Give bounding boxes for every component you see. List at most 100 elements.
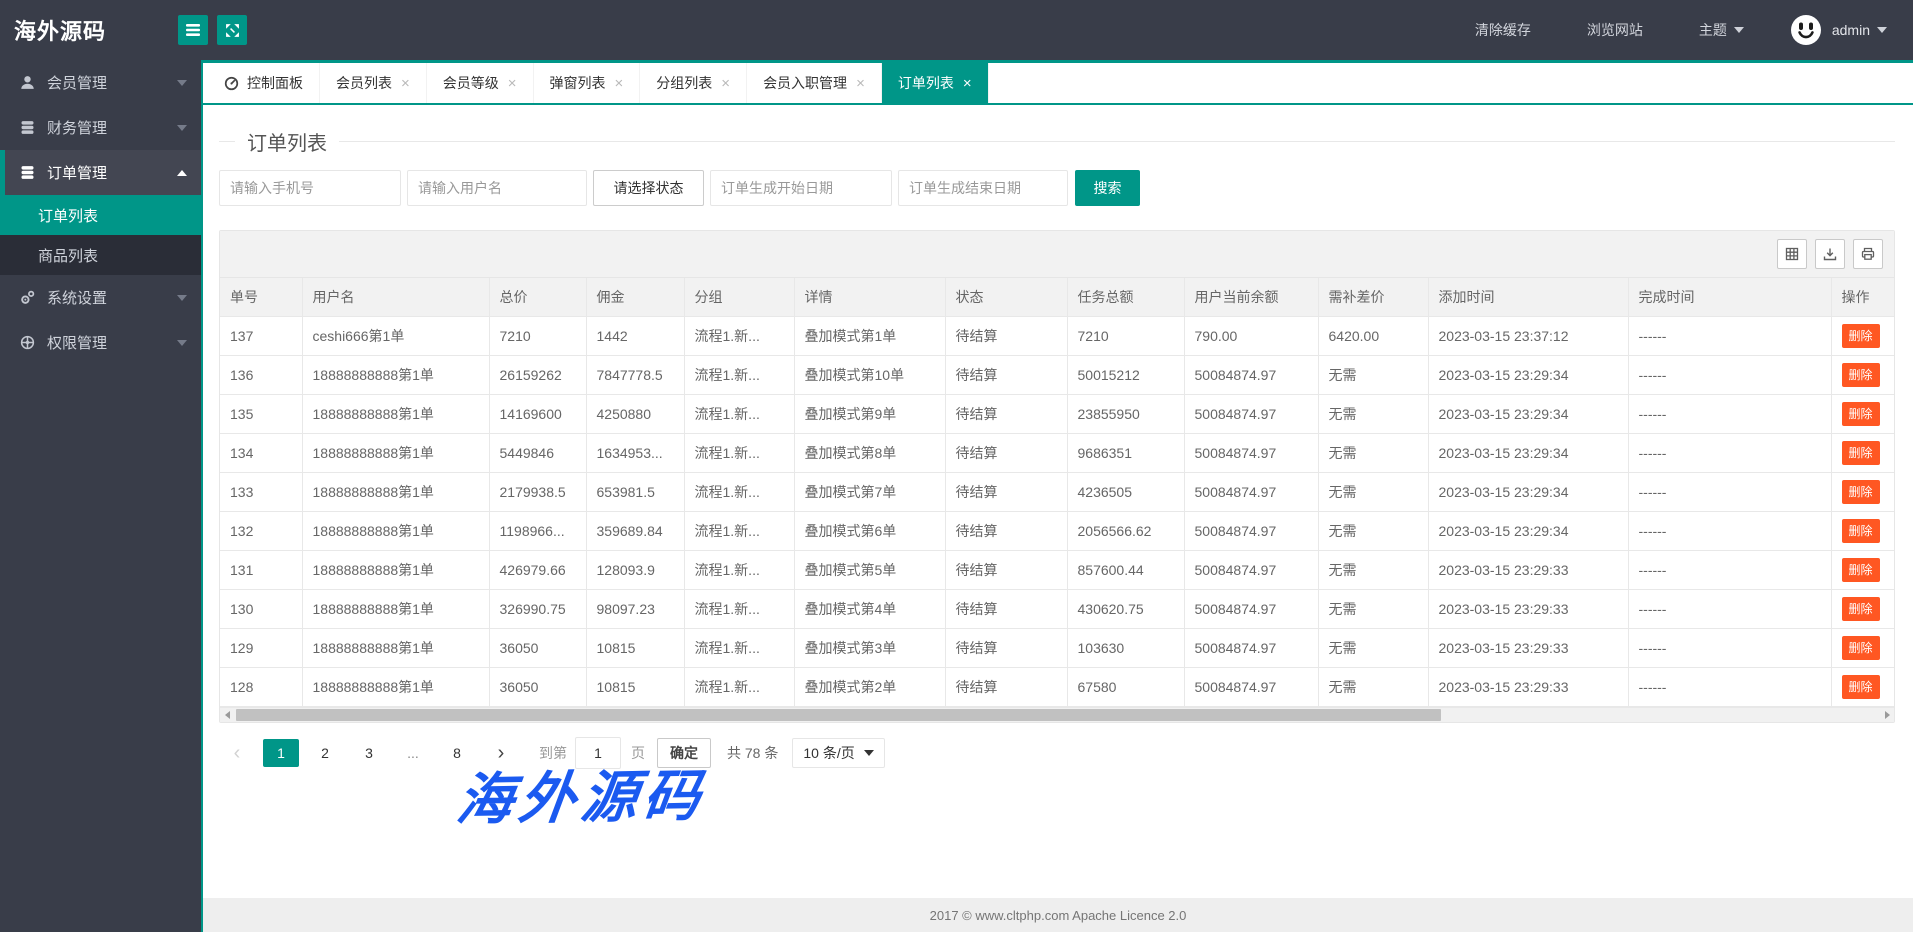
- tab-group-list[interactable]: 分组列表×: [640, 63, 747, 103]
- cell-detail: 叠加模式第6单: [794, 512, 945, 551]
- tab-member-list[interactable]: 会员列表×: [320, 63, 427, 103]
- delete-button[interactable]: 删除: [1842, 558, 1880, 582]
- phone-input[interactable]: [219, 170, 401, 206]
- export-button[interactable]: [1815, 239, 1845, 269]
- close-icon[interactable]: ×: [508, 76, 517, 91]
- page-button-3[interactable]: 3: [351, 739, 387, 767]
- end-date-input[interactable]: [898, 170, 1068, 206]
- close-icon[interactable]: ×: [856, 76, 865, 91]
- delete-button[interactable]: 删除: [1842, 675, 1880, 699]
- delete-button[interactable]: 删除: [1842, 519, 1880, 543]
- sidebar-subitem-label: 订单列表: [38, 205, 98, 226]
- horizontal-scrollbar[interactable]: [220, 707, 1894, 722]
- sidebar-item-orders[interactable]: 订单管理: [0, 150, 201, 195]
- delete-button[interactable]: 删除: [1842, 363, 1880, 387]
- cell-username: 18888888888第1单: [302, 512, 489, 551]
- cell-diff: 无需: [1318, 629, 1428, 668]
- cell-group: 流程1.新...: [684, 356, 794, 395]
- cell-created: 2023-03-15 23:29:33: [1428, 668, 1628, 707]
- sidebar-subitem-product-list[interactable]: 商品列表: [0, 235, 201, 275]
- cell-detail: 叠加模式第10单: [794, 356, 945, 395]
- next-page-button[interactable]: ›: [483, 739, 519, 767]
- tab-member-onboarding[interactable]: 会员入职管理×: [747, 63, 882, 103]
- fullscreen-button[interactable]: [217, 15, 247, 45]
- cell-actions: 删除: [1831, 434, 1894, 473]
- sidebar-item-settings[interactable]: 系统设置: [0, 275, 201, 320]
- close-icon[interactable]: ×: [401, 76, 410, 91]
- cell-task-total: 50015212: [1067, 356, 1184, 395]
- close-icon[interactable]: ×: [615, 76, 624, 91]
- scroll-right-arrow[interactable]: [1880, 708, 1894, 722]
- page-button-2[interactable]: 2: [307, 739, 343, 767]
- cell-diff: 无需: [1318, 473, 1428, 512]
- page-button-8[interactable]: 8: [439, 739, 475, 767]
- page-button-1[interactable]: 1: [263, 739, 299, 767]
- admin-dropdown[interactable]: admin: [1832, 22, 1887, 38]
- cell-task-total: 67580: [1067, 668, 1184, 707]
- col-header: 任务总额: [1067, 278, 1184, 317]
- tab-popup-list[interactable]: 弹窗列表×: [534, 63, 641, 103]
- cell-detail: 叠加模式第7单: [794, 473, 945, 512]
- cell-diff: 无需: [1318, 551, 1428, 590]
- database-icon: [20, 120, 35, 135]
- cell-username: 18888888888第1单: [302, 590, 489, 629]
- start-date-input[interactable]: [710, 170, 892, 206]
- chevron-down-icon: [177, 80, 187, 86]
- tab-order-list[interactable]: 订单列表×: [882, 63, 989, 103]
- username-input[interactable]: [407, 170, 587, 206]
- sidebar-item-finance[interactable]: 财务管理: [0, 105, 201, 150]
- col-header: 用户当前余额: [1184, 278, 1318, 317]
- delete-button[interactable]: 删除: [1842, 480, 1880, 504]
- scroll-left-arrow[interactable]: [220, 708, 234, 722]
- cell-finished: ------: [1628, 512, 1831, 551]
- tab-label: 会员等级: [443, 73, 499, 93]
- cell-task-total: 23855950: [1067, 395, 1184, 434]
- table-row: 13018888888888第1单326990.7598097.23流程1.新.…: [220, 590, 1894, 629]
- table-header-row: 单号 用户名 总价 佣金 分组 详情 状态 任务总额 用户当前余额 需补差价 添: [220, 278, 1894, 317]
- sidebar-item-label: 财务管理: [47, 117, 107, 138]
- goto-page-input[interactable]: [575, 737, 621, 769]
- tab-dashboard[interactable]: 控制面板: [208, 63, 320, 103]
- clear-cache-link[interactable]: 清除缓存: [1475, 20, 1531, 40]
- cell-group: 流程1.新...: [684, 668, 794, 707]
- cell-created: 2023-03-15 23:29:33: [1428, 551, 1628, 590]
- delete-button[interactable]: 删除: [1842, 636, 1880, 660]
- collapse-sidebar-button[interactable]: [178, 15, 208, 45]
- close-icon[interactable]: ×: [721, 76, 730, 91]
- close-icon[interactable]: ×: [963, 76, 972, 91]
- sidebar-item-members[interactable]: 会员管理: [0, 60, 201, 105]
- scrollbar-thumb[interactable]: [236, 709, 1441, 721]
- avatar[interactable]: [1790, 14, 1822, 46]
- delete-button[interactable]: 删除: [1842, 441, 1880, 465]
- cell-status: 待结算: [945, 551, 1067, 590]
- user-icon: [20, 75, 35, 90]
- cell-commission: 10815: [586, 668, 684, 707]
- chevron-down-icon: [177, 340, 187, 346]
- tab-member-level[interactable]: 会员等级 ×: [427, 63, 534, 103]
- delete-button[interactable]: 删除: [1842, 402, 1880, 426]
- status-select-button[interactable]: 请选择状态: [593, 170, 704, 206]
- cell-actions: 删除: [1831, 473, 1894, 512]
- delete-button[interactable]: 删除: [1842, 597, 1880, 621]
- col-header: 单号: [220, 278, 302, 317]
- cell-username: 18888888888第1单: [302, 356, 489, 395]
- table-row: 13218888888888第1单1198966...359689.84流程1.…: [220, 512, 1894, 551]
- page-size-select[interactable]: 10 条/页: [792, 738, 884, 768]
- hamburger-icon: [185, 23, 201, 37]
- confirm-button[interactable]: 确定: [657, 738, 711, 768]
- cell-commission: 359689.84: [586, 512, 684, 551]
- prev-page-button[interactable]: ‹: [219, 739, 255, 767]
- delete-button[interactable]: 删除: [1842, 324, 1880, 348]
- browse-site-link[interactable]: 浏览网站: [1587, 20, 1643, 40]
- search-button[interactable]: 搜索: [1075, 170, 1140, 206]
- sidebar-subitem-order-list[interactable]: 订单列表: [0, 195, 201, 235]
- sidebar-item-permissions[interactable]: 权限管理: [0, 320, 201, 365]
- filter-columns-button[interactable]: [1777, 239, 1807, 269]
- print-button[interactable]: [1853, 239, 1883, 269]
- cell-finished: ------: [1628, 395, 1831, 434]
- theme-dropdown[interactable]: 主题: [1699, 20, 1744, 40]
- cell-balance: 50084874.97: [1184, 356, 1318, 395]
- page-content: 订单列表 请选择状态 搜索: [203, 105, 1913, 898]
- cell-commission: 128093.9: [586, 551, 684, 590]
- chevron-down-icon: [864, 750, 874, 756]
